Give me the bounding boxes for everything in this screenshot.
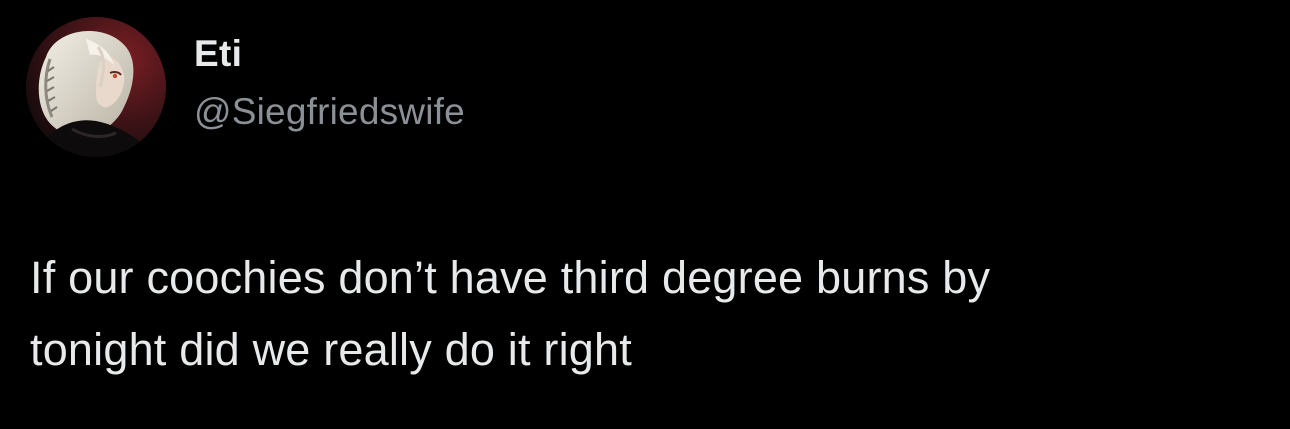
author-display-name[interactable]: Eti — [194, 32, 465, 76]
anime-character-avatar-icon — [26, 17, 166, 157]
author-handle[interactable]: @Siegfriedswife — [194, 90, 465, 134]
tweet-card: Eti @Siegfriedswife If our coochies don’… — [0, 0, 1290, 429]
author-names: Eti @Siegfriedswife — [194, 32, 465, 134]
avatar[interactable] — [26, 17, 166, 157]
tweet-text: If our coochies don’t have third degree … — [30, 252, 991, 375]
tweet-header: Eti @Siegfriedswife — [26, 14, 465, 160]
